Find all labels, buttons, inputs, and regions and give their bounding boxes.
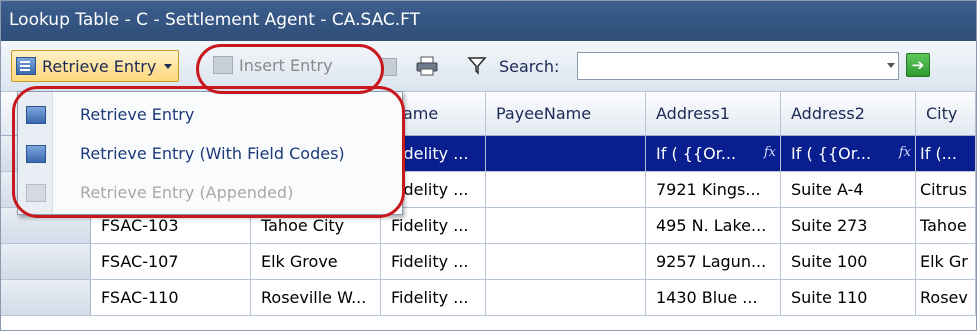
retrieve-entry-label: Retrieve Entry xyxy=(42,56,157,76)
row-selector[interactable] xyxy=(1,244,91,280)
cell-address1[interactable]: If ( {{Or... fx xyxy=(646,136,781,172)
cell-code[interactable]: FSAC-107 xyxy=(91,244,251,280)
cell-payeename[interactable] xyxy=(486,280,646,316)
cell-address1-text: If ( {{Or... xyxy=(656,144,737,163)
insert-entry-button[interactable]: Insert Entry xyxy=(213,50,333,80)
search-input[interactable] xyxy=(578,53,870,77)
fx-icon: fx xyxy=(763,145,776,160)
cell-address2[interactable]: Suite A-4 xyxy=(781,172,916,208)
cell-name[interactable]: Fidelity ... xyxy=(381,280,486,316)
fx-icon: fx xyxy=(898,145,911,160)
menu-item-retrieve-entry[interactable]: Retrieve Entry xyxy=(18,95,402,133)
column-header-city[interactable]: City xyxy=(916,92,976,136)
arrow-right-icon: ➔ xyxy=(911,56,925,74)
retrieve-entry-dropdown-menu: Retrieve Entry Retrieve Entry (With Fiel… xyxy=(17,91,403,215)
lookup-table-window: Lookup Table - C - Settlement Agent - CA… xyxy=(0,0,977,331)
cell-city[interactable]: Elk Gr xyxy=(916,244,976,280)
cell-branch[interactable]: Roseville W... xyxy=(251,280,381,316)
menu-item-label: Retrieve Entry xyxy=(80,104,195,124)
retrieve-entry-icon xyxy=(26,106,46,124)
toolbar: Retrieve Entry Insert Entry Search: ➔ xyxy=(1,41,976,92)
cell-code[interactable]: FSAC-110 xyxy=(91,280,251,316)
cell-payeename[interactable] xyxy=(486,208,646,244)
menu-item-retrieve-with-field-codes[interactable]: Retrieve Entry (With Field Codes) xyxy=(18,134,402,172)
insert-entry-label: Insert Entry xyxy=(239,55,333,75)
chevron-down-icon[interactable] xyxy=(164,63,173,69)
cell-name[interactable]: Fidelity ... xyxy=(381,244,486,280)
cell-branch[interactable]: Elk Grove xyxy=(251,244,381,280)
cell-address1[interactable]: 9257 Lagun... xyxy=(646,244,781,280)
cell-city[interactable]: Rosev xyxy=(916,280,976,316)
cell-address2[interactable]: Suite 110 xyxy=(781,280,916,316)
retrieve-entry-appended-icon xyxy=(26,184,46,202)
cell-city[interactable]: Tahoe xyxy=(916,208,976,244)
retrieve-entry-icon xyxy=(16,57,36,75)
title-bar: Lookup Table - C - Settlement Agent - CA… xyxy=(1,1,976,41)
column-header-address2[interactable]: Address2 xyxy=(781,92,916,136)
cell-address2[interactable]: Suite 273 xyxy=(781,208,916,244)
cell-address2[interactable]: If ( {{Or... fx xyxy=(781,136,916,172)
search-combobox[interactable] xyxy=(577,52,899,80)
cell-address2-text: If ( {{Or... xyxy=(791,144,872,163)
cell-address1[interactable]: 7921 Kings... xyxy=(646,172,781,208)
cell-payeename[interactable] xyxy=(486,172,646,208)
column-header-address1[interactable]: Address1 xyxy=(646,92,781,136)
menu-item-retrieve-appended: Retrieve Entry (Appended) xyxy=(18,173,402,211)
print-icon[interactable] xyxy=(416,56,438,76)
table-row[interactable]: FSAC-110 Roseville W... Fidelity ... 143… xyxy=(1,280,976,316)
retrieve-entry-split-button[interactable]: Retrieve Entry xyxy=(11,50,180,82)
window-title: Lookup Table - C - Settlement Agent - CA… xyxy=(9,10,421,30)
row-selector[interactable] xyxy=(1,280,91,316)
search-label: Search: xyxy=(499,56,560,76)
menu-item-label: Retrieve Entry (With Field Codes) xyxy=(80,143,345,163)
cell-payeename[interactable] xyxy=(486,244,646,280)
cell-city[interactable]: If (... xyxy=(916,136,976,172)
filter-icon[interactable] xyxy=(467,55,487,75)
cell-address2[interactable]: Suite 100 xyxy=(781,244,916,280)
insert-entry-icon xyxy=(213,56,233,74)
menu-item-label: Retrieve Entry (Appended) xyxy=(80,182,294,202)
table-row[interactable]: FSAC-107 Elk Grove Fidelity ... 9257 Lag… xyxy=(1,244,976,280)
search-go-button[interactable]: ➔ xyxy=(906,53,930,77)
save-icon[interactable] xyxy=(381,58,397,76)
chevron-down-icon[interactable] xyxy=(887,63,895,68)
cell-address1[interactable]: 1430 Blue ... xyxy=(646,280,781,316)
cell-payeename[interactable] xyxy=(486,136,646,172)
retrieve-entry-field-codes-icon xyxy=(26,145,46,163)
cell-address1[interactable]: 495 N. Lake... xyxy=(646,208,781,244)
cell-city[interactable]: Citrus xyxy=(916,172,976,208)
column-header-payeename[interactable]: PayeeName xyxy=(486,92,646,136)
